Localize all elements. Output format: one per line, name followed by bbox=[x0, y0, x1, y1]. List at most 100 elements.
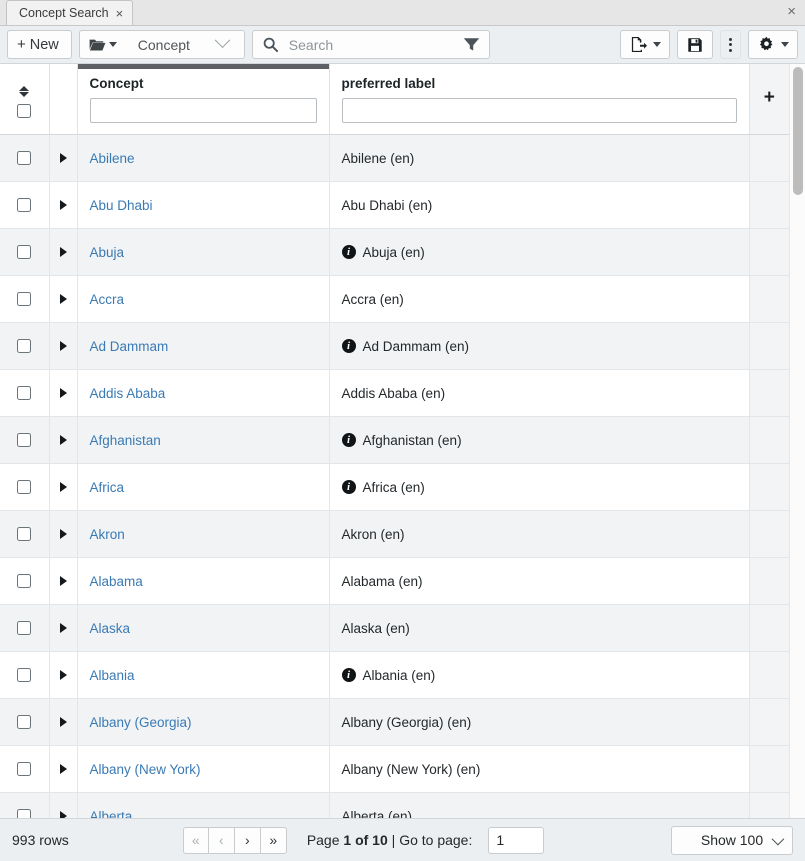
row-select-cell bbox=[0, 464, 49, 511]
table-row[interactable]: AkronAkron (en) bbox=[0, 511, 789, 558]
add-column-header[interactable]: + bbox=[749, 64, 789, 135]
concept-link[interactable]: Africa bbox=[90, 480, 125, 495]
column-header-concept[interactable]: Concept bbox=[77, 64, 329, 135]
table-row[interactable]: Albany (Georgia)Albany (Georgia) (en) bbox=[0, 699, 789, 746]
folder-icon[interactable] bbox=[89, 38, 117, 52]
row-checkbox[interactable] bbox=[17, 151, 31, 165]
row-checkbox[interactable] bbox=[17, 809, 31, 818]
expand-row-icon[interactable] bbox=[60, 435, 67, 445]
concept-link[interactable]: Addis Ababa bbox=[90, 386, 166, 401]
info-icon[interactable]: i bbox=[342, 668, 356, 682]
row-checkbox[interactable] bbox=[17, 386, 31, 400]
row-checkbox[interactable] bbox=[17, 245, 31, 259]
expand-row-icon[interactable] bbox=[60, 247, 67, 257]
table-row[interactable]: Abilene Abilene (en) bbox=[0, 135, 789, 182]
table-row[interactable]: AfghanistaniAfghanistan (en) bbox=[0, 417, 789, 464]
cell-preferred-label: Alaska (en) bbox=[329, 605, 749, 652]
more-options-button[interactable] bbox=[720, 30, 741, 59]
info-icon[interactable]: i bbox=[342, 480, 356, 494]
concept-link[interactable]: Alaska bbox=[90, 621, 131, 636]
table-row[interactable]: Alaska Alaska (en) bbox=[0, 605, 789, 652]
concept-type-selector[interactable]: Concept bbox=[79, 30, 245, 59]
add-column-icon[interactable]: + bbox=[750, 64, 790, 132]
row-expand-cell bbox=[49, 276, 77, 323]
concept-link[interactable]: Alberta bbox=[90, 809, 133, 819]
concept-link[interactable]: Akron bbox=[90, 527, 125, 542]
expand-row-icon[interactable] bbox=[60, 482, 67, 492]
table-row[interactable]: AlbertaAlberta (en) bbox=[0, 793, 789, 819]
new-button[interactable]: + New bbox=[7, 30, 72, 59]
info-icon[interactable]: i bbox=[342, 339, 356, 353]
concept-link[interactable]: Abu Dhabi bbox=[90, 198, 153, 213]
concept-link[interactable]: Afghanistan bbox=[90, 433, 161, 448]
column-header-preferred-label[interactable]: preferred label bbox=[329, 64, 749, 135]
search-box[interactable] bbox=[252, 30, 490, 59]
expand-row-icon[interactable] bbox=[60, 153, 67, 163]
row-checkbox[interactable] bbox=[17, 527, 31, 541]
concept-link[interactable]: Ad Dammam bbox=[90, 339, 169, 354]
page-size-selector[interactable]: Show 100 bbox=[671, 826, 793, 855]
table-row[interactable]: AlabamaAlabama (en) bbox=[0, 558, 789, 605]
concept-link[interactable]: Alabama bbox=[90, 574, 143, 589]
export-button[interactable] bbox=[620, 30, 670, 59]
next-page-button[interactable]: › bbox=[235, 827, 261, 854]
expand-row-icon[interactable] bbox=[60, 717, 67, 727]
row-expand-cell bbox=[49, 323, 77, 370]
settings-button[interactable] bbox=[748, 30, 798, 59]
column-filter-concept[interactable] bbox=[90, 98, 317, 123]
concept-link[interactable]: Albany (Georgia) bbox=[90, 715, 192, 730]
table-row[interactable]: Albany (New York) Albany (New York) (en) bbox=[0, 746, 789, 793]
row-checkbox[interactable] bbox=[17, 198, 31, 212]
select-all-checkbox[interactable] bbox=[17, 104, 31, 118]
expand-row-icon[interactable] bbox=[60, 294, 67, 304]
row-checkbox[interactable] bbox=[17, 433, 31, 447]
row-checkbox[interactable] bbox=[17, 480, 31, 494]
expand-row-icon[interactable] bbox=[60, 200, 67, 210]
row-checkbox[interactable] bbox=[17, 339, 31, 353]
vertical-scrollbar[interactable] bbox=[789, 64, 805, 818]
table-row[interactable]: AfricaiAfrica (en) bbox=[0, 464, 789, 511]
funnel-icon[interactable] bbox=[463, 37, 480, 52]
tab-concept-search[interactable]: Concept Search × bbox=[6, 0, 133, 25]
vertical-scrollbar-thumb[interactable] bbox=[793, 67, 803, 195]
expand-row-icon[interactable] bbox=[60, 623, 67, 633]
row-checkbox[interactable] bbox=[17, 292, 31, 306]
row-checkbox[interactable] bbox=[17, 715, 31, 729]
concept-link[interactable]: Abilene bbox=[90, 151, 135, 166]
row-checkbox[interactable] bbox=[17, 574, 31, 588]
save-button[interactable] bbox=[677, 30, 713, 59]
table-row[interactable]: Addis AbabaAddis Ababa (en) bbox=[0, 370, 789, 417]
sort-toggle-icon[interactable] bbox=[19, 86, 29, 97]
row-checkbox[interactable] bbox=[17, 621, 31, 635]
goto-page-input[interactable] bbox=[488, 827, 544, 854]
last-page-button[interactable]: » bbox=[261, 827, 287, 854]
search-input[interactable] bbox=[287, 36, 454, 54]
prev-page-button[interactable]: ‹ bbox=[209, 827, 235, 854]
row-checkbox[interactable] bbox=[17, 668, 31, 682]
tab-close-icon[interactable]: × bbox=[116, 7, 124, 20]
info-icon[interactable]: i bbox=[342, 245, 356, 259]
concept-link[interactable]: Accra bbox=[90, 292, 125, 307]
table-row[interactable]: AbujaiAbuja (en) bbox=[0, 229, 789, 276]
expand-row-icon[interactable] bbox=[60, 576, 67, 586]
expand-row-icon[interactable] bbox=[60, 764, 67, 774]
table-row[interactable]: Abu DhabiAbu Dhabi (en) bbox=[0, 182, 789, 229]
cell-preferred-label: Abilene (en) bbox=[329, 135, 749, 182]
row-checkbox[interactable] bbox=[17, 762, 31, 776]
preferred-label-text: Albany (New York) (en) bbox=[342, 762, 481, 777]
expand-row-icon[interactable] bbox=[60, 811, 67, 819]
first-page-button[interactable]: « bbox=[183, 827, 209, 854]
column-filter-preferred-label[interactable] bbox=[342, 98, 737, 123]
table-row[interactable]: AlbaniaiAlbania (en) bbox=[0, 652, 789, 699]
concept-link[interactable]: Albania bbox=[90, 668, 135, 683]
expand-row-icon[interactable] bbox=[60, 670, 67, 680]
table-row[interactable]: AccraAccra (en) bbox=[0, 276, 789, 323]
window-close-icon[interactable]: × bbox=[787, 4, 796, 19]
expand-row-icon[interactable] bbox=[60, 341, 67, 351]
expand-row-icon[interactable] bbox=[60, 388, 67, 398]
table-row[interactable]: Ad DammamiAd Dammam (en) bbox=[0, 323, 789, 370]
expand-row-icon[interactable] bbox=[60, 529, 67, 539]
info-icon[interactable]: i bbox=[342, 433, 356, 447]
concept-link[interactable]: Abuja bbox=[90, 245, 125, 260]
concept-link[interactable]: Albany (New York) bbox=[90, 762, 201, 777]
